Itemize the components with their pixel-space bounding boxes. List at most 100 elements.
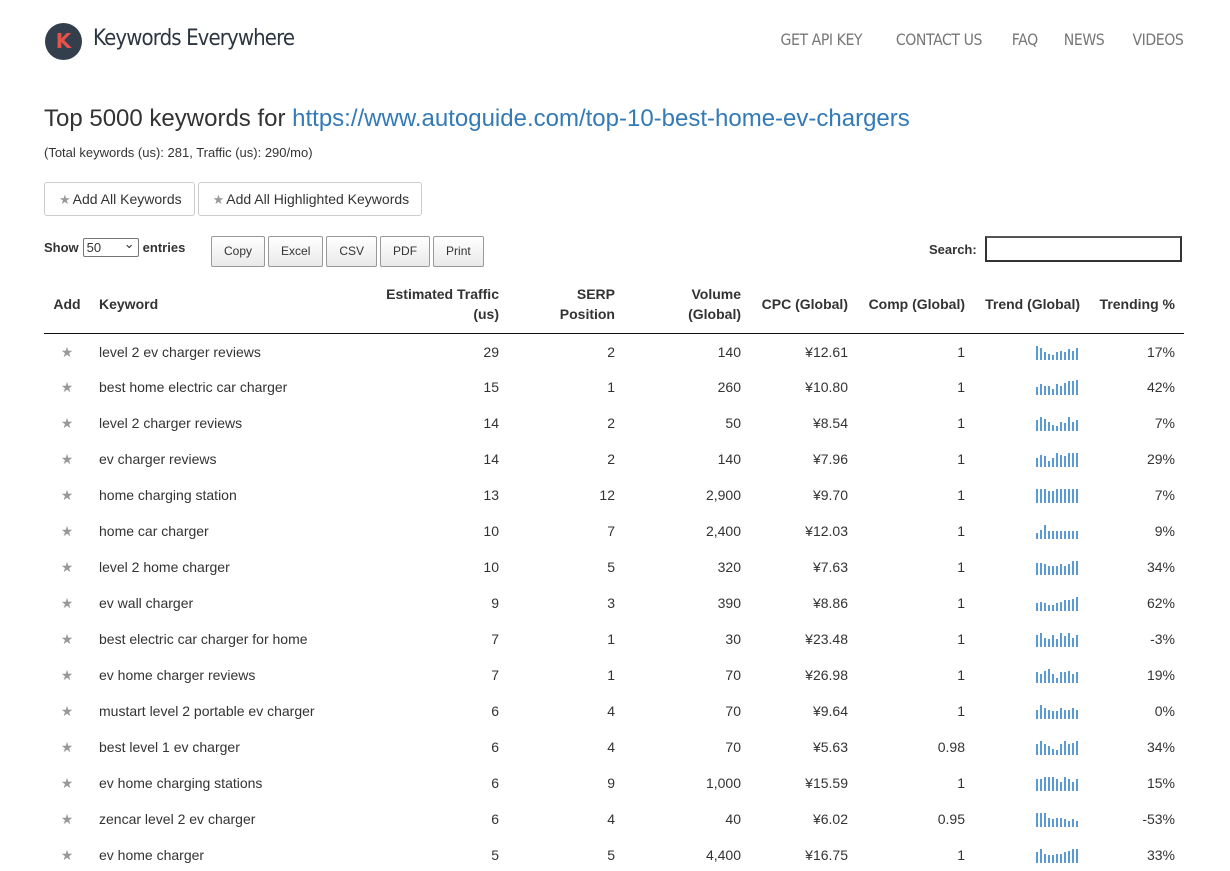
trend-bar	[1064, 852, 1066, 863]
trend-bar	[1068, 779, 1070, 791]
add-keyword-star-icon[interactable]: ★	[44, 513, 90, 549]
table-row: ★ ev home charger reviews 7 1 70 ¥26.98 1 19%	[44, 657, 1184, 693]
col-cpc[interactable]: CPC (Global)	[750, 276, 857, 334]
print-button[interactable]: Print	[433, 236, 484, 267]
trend-bar	[1044, 708, 1046, 719]
table-row: ★ home charging station 13 12 2,900 ¥9.70 1 7%	[44, 477, 1184, 513]
trend-bar	[1036, 458, 1038, 467]
trend-bar	[1040, 779, 1042, 791]
trend-bar	[1036, 813, 1038, 827]
table-row: ★ mustart level 2 portable ev charger 6 4 70…	[44, 693, 1184, 729]
trend-bar	[1060, 531, 1062, 539]
copy-button[interactable]: Copy	[211, 236, 266, 267]
page-title: Top 5000 keywords for https://www.autogu…	[44, 105, 910, 133]
trend-bar	[1076, 635, 1078, 647]
pdf-button[interactable]: PDF	[380, 236, 431, 267]
col-keyword[interactable]: Keyword	[90, 276, 362, 334]
add-all-keywords-button[interactable]: ★ Add All Keywords	[44, 182, 195, 216]
title-url-link[interactable]: https://www.autoguide.com/top-10-best-ho…	[292, 105, 910, 132]
add-keyword-star-icon[interactable]: ★	[44, 405, 90, 441]
add-keyword-star-icon[interactable]: ★	[44, 477, 90, 513]
trending-cell: 19%	[1146, 667, 1175, 683]
nav-faq[interactable]: FAQ	[1011, 30, 1037, 49]
trend-bar	[1060, 489, 1062, 503]
add-keyword-star-icon[interactable]: ★	[44, 621, 90, 657]
volume-cell: 70	[725, 739, 741, 755]
trend-bar	[1048, 855, 1050, 863]
table-row: ★ ev home charger 5 5 4,400 ¥16.75 1 33%	[44, 837, 1184, 871]
trend-bar	[1040, 633, 1042, 647]
table-row: ★ ev charger reviews 14 2 140 ¥7.96 1 29%	[44, 441, 1184, 477]
trend-sparkline	[974, 549, 1089, 585]
table-row: ★ best home electric car charger 15 1 260 ¥10…	[44, 369, 1184, 405]
trend-bar	[1060, 672, 1062, 683]
add-keyword-star-icon[interactable]: ★	[44, 837, 90, 871]
trend-bar	[1036, 710, 1038, 719]
serp-cell: 4	[607, 739, 615, 755]
logo[interactable]: K	[45, 23, 82, 60]
trend-bar	[1068, 349, 1070, 361]
star-icon: ★	[212, 192, 225, 207]
trend-bar	[1060, 455, 1062, 467]
traffic-cell: 6	[491, 739, 499, 755]
trend-bar	[1036, 563, 1038, 575]
add-keyword-star-icon[interactable]: ★	[44, 369, 90, 405]
brand-name[interactable]: Keywords Everywhere	[93, 26, 295, 51]
comp-cell: 1	[957, 487, 965, 503]
col-traffic[interactable]: Estimated Traffic (us)	[362, 276, 508, 334]
nav-news[interactable]: NEWS	[1064, 30, 1105, 49]
keywords-table: Add Keyword Estimated Traffic (us) SERP Po…	[44, 276, 1184, 871]
add-keyword-star-icon[interactable]: ★	[44, 549, 90, 585]
trend-bar	[1076, 489, 1078, 503]
trend-bar	[1036, 603, 1038, 611]
nav-contact-us[interactable]: CONTACT US	[896, 30, 983, 49]
col-trending[interactable]: Trending %	[1089, 276, 1184, 334]
trend-bar	[1056, 531, 1058, 539]
volume-cell: 320	[717, 559, 741, 575]
cpc-cell: ¥9.64	[812, 703, 848, 719]
add-keyword-star-icon[interactable]: ★	[44, 441, 90, 477]
cpc-cell: ¥10.80	[805, 379, 848, 395]
table-row: ★ level 2 ev charger reviews 29 2 140 ¥12.61 1…	[44, 333, 1184, 369]
traffic-cell: 7	[491, 667, 499, 683]
trend-bar	[1036, 489, 1038, 503]
keyword-cell: level 2 charger reviews	[99, 415, 243, 431]
col-comp[interactable]: Comp (Global)	[857, 276, 974, 334]
add-keyword-star-icon[interactable]: ★	[44, 585, 90, 621]
add-keyword-star-icon[interactable]: ★	[44, 729, 90, 765]
table-row: ★ best electric car charger for home 7 1 30 ¥…	[44, 621, 1184, 657]
col-add[interactable]: Add	[44, 276, 90, 334]
add-keyword-star-icon[interactable]: ★	[44, 765, 90, 801]
trend-bar	[1076, 672, 1078, 683]
col-serp[interactable]: SERP Position	[508, 276, 624, 334]
nav-videos[interactable]: VIDEOS	[1133, 30, 1184, 49]
trend-bar	[1036, 672, 1038, 683]
trend-bar	[1056, 750, 1058, 755]
add-highlighted-keywords-button[interactable]: ★ Add All Highlighted Keywords	[197, 182, 423, 216]
col-volume[interactable]: Volume (Global)	[624, 276, 750, 334]
trend-bar	[1040, 849, 1042, 863]
page-length-select[interactable]: 50	[82, 235, 139, 257]
trend-bar	[1068, 821, 1070, 827]
trend-bar	[1052, 855, 1054, 863]
serp-cell: 1	[607, 667, 615, 683]
trend-sparkline	[974, 657, 1089, 693]
trend-bar	[1048, 605, 1050, 611]
csv-button[interactable]: CSV	[326, 236, 378, 267]
trend-bar	[1076, 531, 1078, 539]
trend-bar	[1044, 564, 1046, 575]
add-keyword-star-icon[interactable]: ★	[44, 657, 90, 693]
nav-get-api-key[interactable]: GET API KEY	[781, 30, 863, 49]
search-input[interactable]	[984, 236, 1182, 262]
col-trend[interactable]: Trend (Global)	[974, 276, 1089, 334]
trend-bar	[1076, 348, 1078, 361]
add-keyword-star-icon[interactable]: ★	[44, 693, 90, 729]
add-keyword-star-icon[interactable]: ★	[44, 333, 90, 369]
trend-bar	[1064, 489, 1066, 503]
volume-cell: 390	[717, 595, 741, 611]
trend-bar	[1072, 531, 1074, 539]
volume-cell: 2,400	[705, 523, 741, 539]
excel-button[interactable]: Excel	[268, 236, 324, 267]
search-label: Search:	[929, 241, 977, 257]
add-keyword-star-icon[interactable]: ★	[44, 801, 90, 837]
